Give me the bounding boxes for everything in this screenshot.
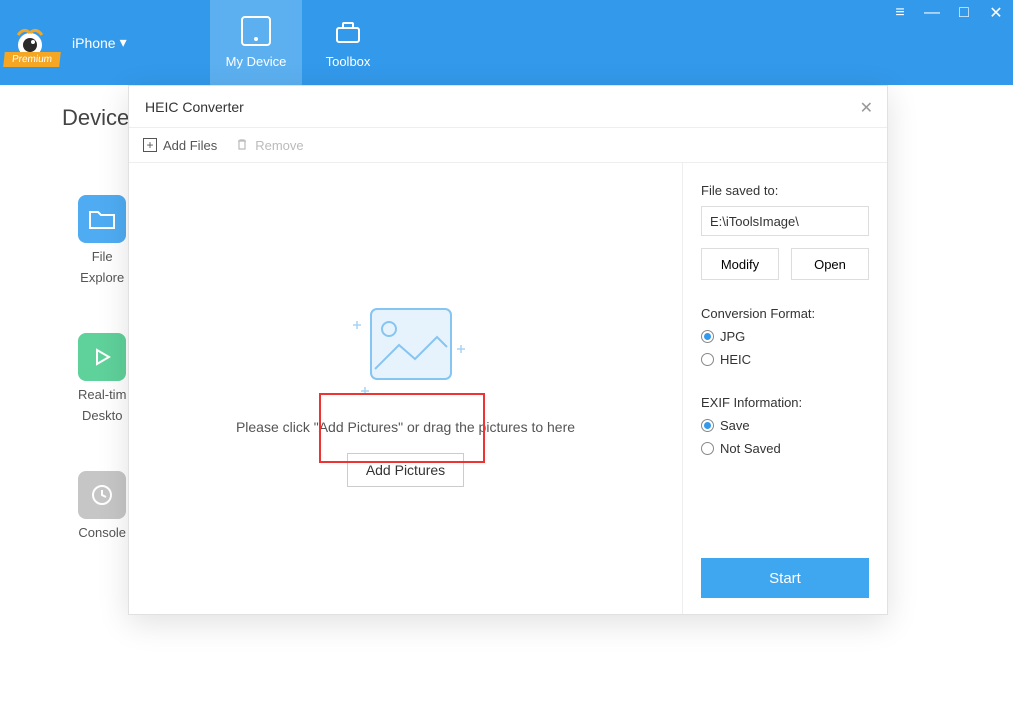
- trash-icon: [235, 137, 249, 154]
- tool-label: Explore: [80, 270, 124, 285]
- logo-area: Premium iPhone ▾: [0, 0, 210, 85]
- tool-label: Deskto: [82, 408, 122, 423]
- tab-my-device[interactable]: My Device: [210, 0, 302, 85]
- tool-label: File: [92, 249, 113, 264]
- dialog-body: Please click "Add Pictures" or drag the …: [129, 162, 887, 614]
- radio-exif-save[interactable]: Save: [701, 418, 869, 433]
- radio-heic[interactable]: HEIC: [701, 352, 869, 367]
- radio-icon: [701, 419, 714, 432]
- device-dropdown-label: iPhone: [72, 35, 116, 51]
- tool-file-explorer[interactable]: File Explore: [78, 195, 126, 285]
- play-icon: [78, 333, 126, 381]
- radio-exif-notsaved[interactable]: Not Saved: [701, 441, 869, 456]
- header-tabs: My Device Toolbox: [210, 0, 394, 85]
- remove-button: Remove: [235, 137, 303, 154]
- close-window-button[interactable]: ✕: [987, 4, 1005, 22]
- modify-button[interactable]: Modify: [701, 248, 779, 280]
- saved-to-input[interactable]: [701, 206, 869, 236]
- page-section-title: Device: [62, 105, 129, 131]
- start-button[interactable]: Start: [701, 558, 869, 598]
- remove-label: Remove: [255, 138, 303, 153]
- sidebar-tools: File Explore Real-tim Deskto Console: [78, 195, 126, 540]
- dialog-titlebar: HEIC Converter ✕: [129, 86, 887, 128]
- radio-icon: [701, 442, 714, 455]
- folder-icon: [78, 195, 126, 243]
- dialog-title: HEIC Converter: [145, 99, 244, 115]
- tool-console[interactable]: Console: [78, 471, 126, 540]
- tool-realtime-desktop[interactable]: Real-tim Deskto: [78, 333, 126, 423]
- drop-area[interactable]: Please click "Add Pictures" or drag the …: [129, 163, 682, 614]
- add-pictures-button[interactable]: Add Pictures: [347, 453, 464, 487]
- tablet-icon: [241, 16, 271, 46]
- radio-icon: [701, 353, 714, 366]
- exif-label: EXIF Information:: [701, 395, 869, 410]
- window-controls: ≡ ― □ ✕: [891, 4, 1005, 22]
- tool-label: Real-tim: [78, 387, 126, 402]
- image-placeholder-icon: [341, 291, 471, 401]
- minimize-button[interactable]: ―: [923, 4, 941, 22]
- premium-badge: Premium: [3, 52, 61, 67]
- menu-icon[interactable]: ≡: [891, 4, 909, 22]
- heic-converter-dialog: HEIC Converter ✕ + Add Files Remove: [128, 85, 888, 615]
- toolbox-icon: [333, 16, 363, 46]
- format-label: Conversion Format:: [701, 306, 869, 321]
- add-files-label: Add Files: [163, 138, 217, 153]
- drop-hint-text: Please click "Add Pictures" or drag the …: [236, 419, 575, 435]
- side-panel: File saved to: Modify Open Conversion Fo…: [682, 163, 887, 614]
- open-button[interactable]: Open: [791, 248, 869, 280]
- tool-label: Console: [78, 525, 126, 540]
- maximize-button[interactable]: □: [955, 4, 973, 22]
- radio-exif-notsaved-label: Not Saved: [720, 441, 781, 456]
- radio-exif-save-label: Save: [720, 418, 750, 433]
- tab-my-device-label: My Device: [226, 54, 287, 69]
- app-header: Premium iPhone ▾ My Device Toolbox ≡ ― □…: [0, 0, 1013, 85]
- radio-icon: [701, 330, 714, 343]
- dialog-toolbar: + Add Files Remove: [129, 128, 887, 162]
- add-files-button[interactable]: + Add Files: [143, 138, 217, 153]
- radio-jpg[interactable]: JPG: [701, 329, 869, 344]
- plus-icon: +: [143, 138, 157, 152]
- radio-jpg-label: JPG: [720, 329, 745, 344]
- tab-toolbox-label: Toolbox: [326, 54, 371, 69]
- clock-icon: [78, 471, 126, 519]
- radio-heic-label: HEIC: [720, 352, 751, 367]
- tab-toolbox[interactable]: Toolbox: [302, 0, 394, 85]
- dialog-close-button[interactable]: ✕: [860, 98, 873, 118]
- device-dropdown[interactable]: iPhone ▾: [72, 34, 127, 51]
- saved-to-label: File saved to:: [701, 183, 869, 198]
- chevron-down-icon: ▾: [120, 34, 127, 51]
